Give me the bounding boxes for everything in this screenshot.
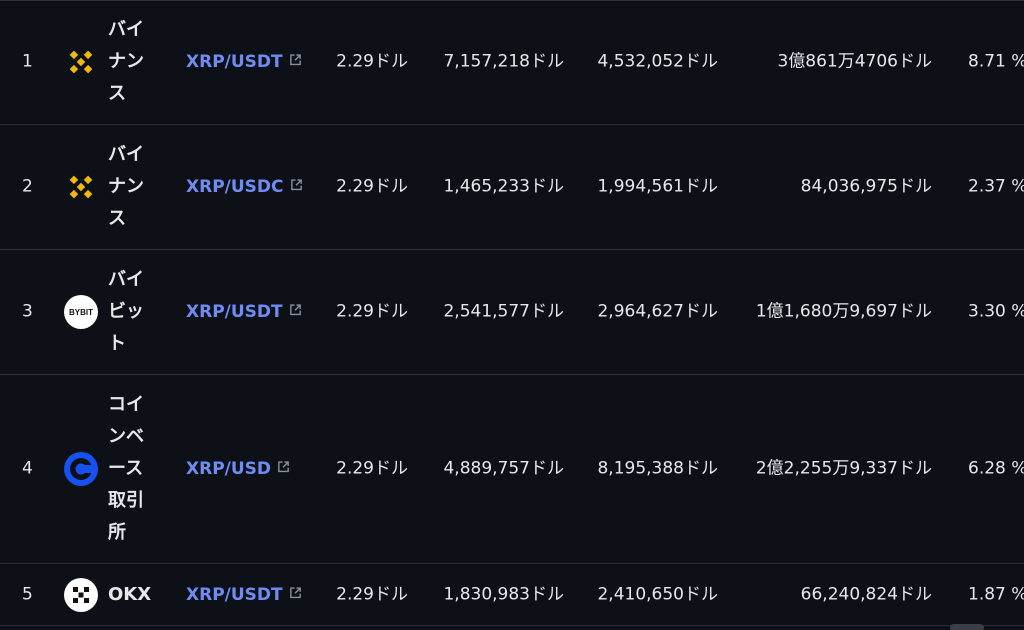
rank-cell: 3 [22,301,33,322]
volume-plus-2pct-cell: 1,830,983ドル [443,584,564,604]
volume-24h-cell: 66,240,824ドル [800,584,932,604]
volume-plus-2pct-cell: 1,465,233ドル [443,176,564,197]
trading-pair-link[interactable]: XRP/USDT [186,53,302,71]
coinbase-logo-icon [64,452,98,486]
volume-share-cell: 6.28 % [968,458,1024,479]
volume-share-cell: 3.30 % [968,301,1024,322]
volume-24h-cell: 2億2,255万9,337ドル [755,458,932,479]
volume-24h-cell: 1億1,680万9,697ドル [755,301,932,322]
price-cell: 2.29ドル [336,458,408,479]
external-link-icon [277,460,290,477]
binance-logo-icon [64,45,98,79]
table-row[interactable]: 5 OKX XRP/USDT 2.29ドル 1,830,983ドル 2,410,… [0,564,1024,626]
exchange-name-link[interactable]: バイナンス [108,139,150,235]
scroll-indicator[interactable] [950,624,984,630]
volume-plus-2pct-cell: 4,889,757ドル [443,458,564,479]
rank-cell: 4 [22,458,33,479]
okx-logo-icon [64,577,98,612]
external-link-icon [289,586,302,603]
bybit-logo-icon: BYBIT [64,295,98,329]
exchange-name-link[interactable]: コインベース取引所 [108,389,150,549]
volume-share-cell: 8.71 % [968,51,1024,72]
binance-logo-icon [64,170,98,204]
table-row[interactable]: 3 BYBIT バイビット XRP/USDT 2.29ドル 2,541,577ド… [0,250,1024,375]
volume-plus-2pct-cell: 2,541,577ドル [443,301,564,322]
trading-pair-link[interactable]: XRP/USD [186,460,290,478]
volume-minus-2pct-cell: 8,195,388ドル [597,458,718,479]
pair-label: XRP/USD [186,458,272,479]
rank-cell: 5 [22,584,33,604]
trading-pair-link[interactable]: XRP/USDT [186,303,302,321]
price-cell: 2.29ドル [336,176,408,197]
table-row[interactable]: 2 バイナンス XRP/USDC 2.29ドル 1,465,233ドル 1,99… [0,125,1024,250]
exchange-name-link[interactable]: OKX [108,579,151,611]
volume-share-cell: 2.37 % [968,176,1024,197]
trading-pair-link[interactable]: XRP/USDT [186,586,302,604]
volume-minus-2pct-cell: 1,994,561ドル [597,176,718,197]
pair-label: XRP/USDT [186,301,283,322]
rank-cell: 2 [22,176,33,197]
table-row[interactable]: 1 バイナンス XRP/USDT 2.29ドル 7,157,218ドル 4,53… [0,0,1024,125]
external-link-icon [289,53,302,70]
pair-label: XRP/USDT [186,584,283,605]
external-link-icon [289,303,302,320]
volume-24h-cell: 84,036,975ドル [800,176,932,197]
rank-cell: 1 [22,51,33,72]
price-cell: 2.29ドル [336,301,408,322]
pair-label: XRP/USDT [186,51,283,72]
svg-text:BYBIT: BYBIT [69,308,93,317]
volume-minus-2pct-cell: 4,532,052ドル [597,51,718,72]
volume-plus-2pct-cell: 7,157,218ドル [443,51,564,72]
price-cell: 2.29ドル [336,51,408,72]
external-link-icon [290,178,303,195]
exchange-name-link[interactable]: バイナンス [108,14,150,110]
volume-24h-cell: 3億861万4706ドル [777,51,932,72]
price-cell: 2.29ドル [336,584,408,604]
table-row[interactable]: 4 コインベース取引所 XRP/USD 2.29ドル 4,889,757ドル 8… [0,375,1024,564]
volume-minus-2pct-cell: 2,964,627ドル [597,301,718,322]
volume-share-cell: 1.87 % [968,584,1024,604]
exchange-markets-table: 1 バイナンス XRP/USDT 2.29ドル 7,157,218ドル 4,53… [0,0,1024,630]
trading-pair-link[interactable]: XRP/USDC [186,178,303,196]
volume-minus-2pct-cell: 2,410,650ドル [597,584,718,604]
pair-label: XRP/USDC [186,176,284,197]
exchange-name-link[interactable]: バイビット [108,264,150,360]
